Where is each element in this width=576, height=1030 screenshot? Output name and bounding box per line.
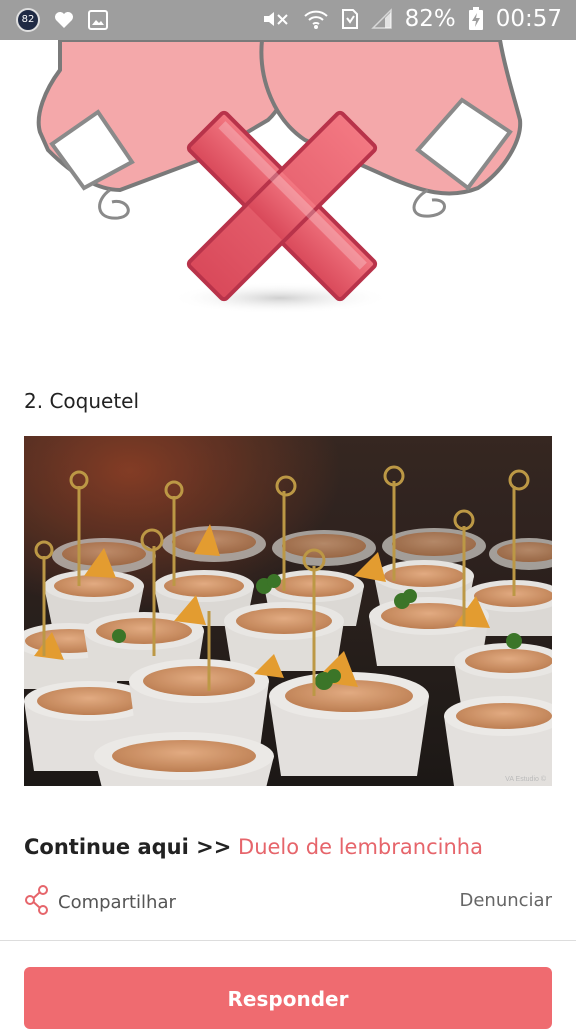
mute-icon	[261, 8, 291, 30]
share-label: Compartilhar	[58, 892, 176, 913]
continue-line: Continue aqui >> Duelo de lembrancinha	[24, 835, 483, 859]
share-icon	[24, 885, 50, 920]
signal-icon	[370, 8, 393, 30]
item-heading: 2. Coquetel	[24, 389, 140, 413]
sim-icon	[341, 8, 359, 30]
wifi-icon	[303, 8, 329, 30]
broken-heart-x-illustration	[0, 40, 576, 330]
cocktail-photo[interactable]: VA Estudio ©	[24, 436, 552, 786]
notification-badge-icon: 82	[16, 8, 40, 32]
photo-credit: VA Estudio ©	[505, 776, 546, 783]
divider	[0, 940, 576, 941]
battery-charging-icon	[468, 7, 484, 31]
status-bar: 82 82% 00:57	[0, 0, 576, 40]
image-icon	[88, 10, 108, 30]
continue-link[interactable]: Duelo de lembrancinha	[238, 835, 483, 859]
reply-button[interactable]: Responder	[24, 967, 552, 1029]
clock: 00:57	[495, 6, 562, 32]
share-button[interactable]: Compartilhar	[24, 885, 176, 920]
report-link[interactable]: Denunciar	[460, 890, 553, 911]
heart-icon	[54, 11, 74, 29]
battery-percentage: 82%	[404, 6, 456, 32]
continue-label: Continue aqui >>	[24, 835, 232, 859]
